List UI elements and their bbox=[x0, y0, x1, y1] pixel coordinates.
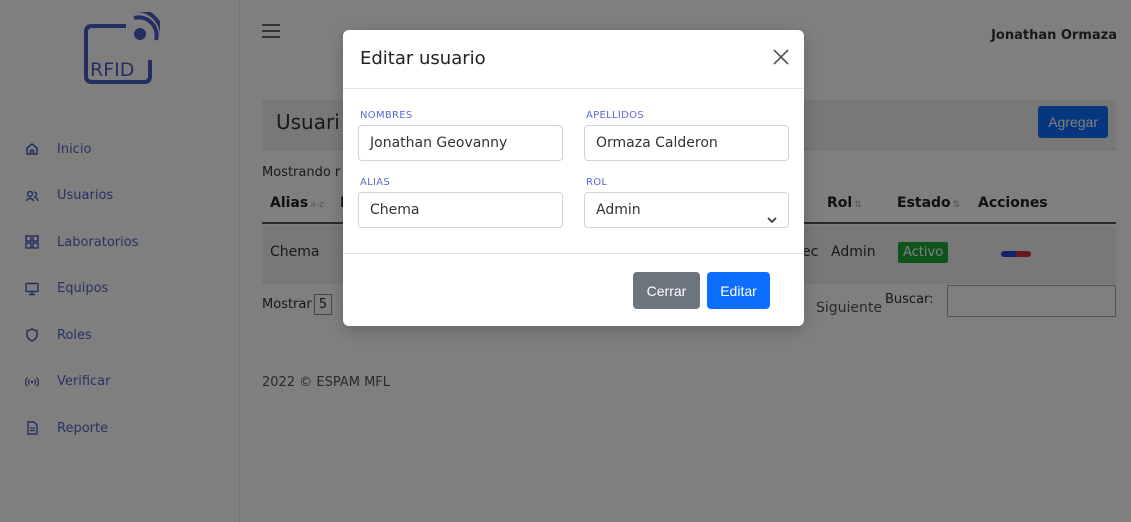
chevron-down-icon bbox=[766, 205, 778, 224]
modal-header: Editar usuario bbox=[343, 30, 804, 89]
nombres-field[interactable]: Jonathan Geovanny bbox=[358, 125, 563, 161]
alias-field[interactable]: Chema bbox=[358, 192, 563, 228]
close-button[interactable]: Cerrar bbox=[633, 272, 700, 309]
edit-button[interactable]: Editar bbox=[707, 272, 770, 309]
rol-select-value: Admin bbox=[596, 202, 641, 218]
apellidos-label: APELLIDOS bbox=[586, 110, 644, 121]
rol-select[interactable]: Admin bbox=[584, 192, 789, 228]
modal-divider bbox=[343, 253, 804, 254]
nombres-label: NOMBRES bbox=[360, 110, 413, 121]
edit-user-modal: Editar usuario NOMBRES Jonathan Geovanny… bbox=[343, 30, 804, 326]
rol-label: ROL bbox=[586, 177, 608, 188]
modal-title: Editar usuario bbox=[360, 48, 486, 69]
close-icon[interactable] bbox=[772, 48, 790, 66]
apellidos-field[interactable]: Ormaza Calderon bbox=[584, 125, 789, 161]
alias-label: ALIAS bbox=[360, 177, 391, 188]
